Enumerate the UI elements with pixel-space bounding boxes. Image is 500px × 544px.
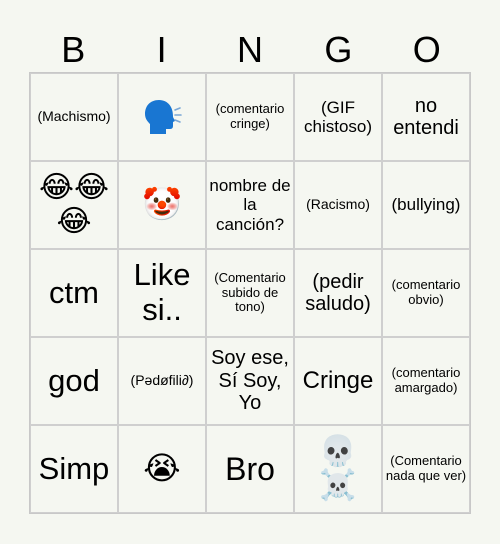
header-letter-o: O [412, 29, 441, 70]
cell-text: (bullying) [391, 195, 461, 215]
clown-emoji-icon: 🤡 [142, 186, 182, 223]
bingo-cell[interactable]: 😭 [118, 425, 206, 513]
cell-text: Like si.. [133, 257, 191, 327]
header-letter-n: N [236, 29, 263, 70]
cell-text: Cringe [302, 366, 374, 394]
bingo-cell[interactable]: nombre de la canción? [206, 161, 294, 249]
bingo-cell[interactable]: (comentario cringe) [206, 73, 294, 161]
header-letter-g: G [324, 29, 353, 70]
bingo-cell[interactable]: 😂😂😂 [30, 161, 118, 249]
cell-text: (comentario cringe) [215, 101, 285, 131]
bingo-cell[interactable] [118, 73, 206, 161]
bingo-cell[interactable]: 💀☠️ [294, 425, 382, 513]
skull-emoji-icon: 💀☠️ [319, 434, 357, 503]
bingo-cell[interactable]: Bro [206, 425, 294, 513]
bingo-cell[interactable]: Cringe [294, 337, 382, 425]
bingo-cell[interactable]: ctm [30, 249, 118, 337]
bingo-grid: (Machismo) (comentario cringe) (GIF chis… [29, 72, 471, 514]
cell-text: (comentario obvio) [391, 277, 461, 307]
bingo-header: B I N G O [29, 28, 471, 72]
loudly-crying-emoji-icon: 😭 [143, 450, 181, 487]
cell-text: (Racismo) [306, 196, 370, 213]
cell-text: god [48, 362, 100, 398]
cell-text: ctm [49, 274, 99, 310]
laughing-crying-emoji-icon: 😂😂😂 [38, 170, 110, 239]
cell-text: (Comentario nada que ver) [385, 453, 467, 483]
cell-text: no entendi [393, 94, 459, 139]
bingo-cell[interactable]: (comentario amargado) [382, 337, 470, 425]
cell-text: (Comentario subido de tono) [214, 270, 286, 315]
bingo-cell[interactable]: Like si.. [118, 249, 206, 337]
cell-text: (GIF chistoso) [303, 97, 373, 136]
bingo-cell[interactable]: (Comentario subido de tono) [206, 249, 294, 337]
bingo-cell[interactable]: 🤡 [118, 161, 206, 249]
cell-text: Simp [38, 450, 110, 486]
cell-text: (pedir saludo) [305, 270, 371, 315]
bingo-cell[interactable]: Soy ese, Sí Soy, Yo [206, 337, 294, 425]
bingo-cell[interactable]: (comentario obvio) [382, 249, 470, 337]
cell-text: (Machismo) [37, 108, 111, 125]
bingo-cell[interactable]: no entendi [382, 73, 470, 161]
bingo-cell[interactable]: (Machismo) [30, 73, 118, 161]
header-letter-b: B [61, 29, 86, 70]
cell-text: nombre de la canción? [209, 176, 291, 234]
header-letter-i: I [156, 29, 167, 70]
cell-text: Bro [225, 450, 275, 487]
bingo-cell[interactable]: (pedir saludo) [294, 249, 382, 337]
bingo-cell[interactable]: (Pədøfili∂) [118, 337, 206, 425]
cell-text: (comentario amargado) [391, 365, 461, 395]
speaking-head-icon [145, 100, 182, 134]
bingo-cell[interactable]: (GIF chistoso) [294, 73, 382, 161]
bingo-cell[interactable]: (bullying) [382, 161, 470, 249]
bingo-cell[interactable]: Simp [30, 425, 118, 513]
cell-text: Soy ese, Sí Soy, Yo [211, 347, 289, 415]
bingo-cell[interactable]: (Comentario nada que ver) [382, 425, 470, 513]
bingo-cell[interactable]: god [30, 337, 118, 425]
bingo-cell[interactable]: (Racismo) [294, 161, 382, 249]
cell-text: (Pədøfili∂) [130, 372, 194, 389]
